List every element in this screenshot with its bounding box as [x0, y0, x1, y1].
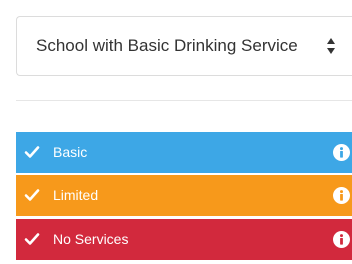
legend-item-basic[interactable]: Basic — [16, 132, 352, 173]
service-type-select[interactable]: School with Basic Drinking Service — [16, 16, 352, 76]
section-divider — [16, 100, 352, 101]
legend-item-label: No Services — [53, 231, 129, 247]
info-icon[interactable] — [333, 231, 350, 248]
service-type-select-value: School with Basic Drinking Service — [36, 36, 298, 55]
check-icon — [24, 189, 40, 201]
legend-item-limited[interactable]: Limited — [16, 175, 352, 216]
check-icon — [24, 233, 40, 245]
check-icon — [24, 146, 40, 158]
legend-item-label: Limited — [53, 187, 99, 203]
info-icon[interactable] — [333, 187, 350, 204]
water-service-legend-panel: School with Basic Drinking Service Basic… — [0, 0, 352, 264]
legend-item-label: Basic — [53, 144, 88, 160]
legend-item-no-services[interactable]: No Services — [16, 219, 352, 260]
info-icon[interactable] — [333, 144, 350, 161]
sort-arrows-icon — [327, 38, 335, 54]
